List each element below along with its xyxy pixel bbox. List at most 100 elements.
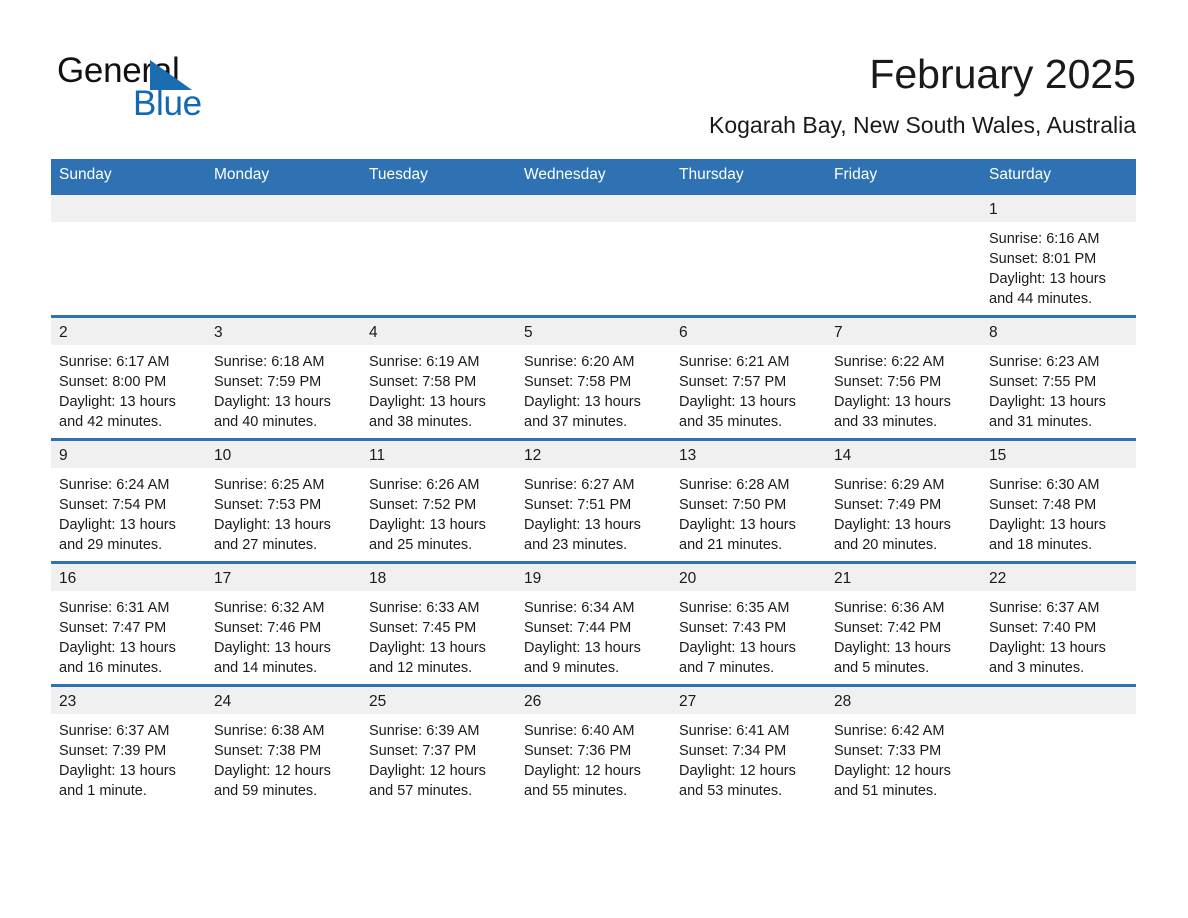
calendar-day-cell[interactable]: 23 Sunrise: 6:37 AM Sunset: 7:39 PM Dayligh… — [51, 684, 206, 807]
calendar-day-cell[interactable]: 2 Sunrise: 6:17 AM Sunset: 8:00 PM Daylight… — [51, 315, 206, 440]
calendar-day-cell[interactable]: 11 Sunrise: 6:26 AM Sunset: 7:52 PM Dayligh… — [361, 438, 516, 563]
day-number: 1 — [981, 195, 1136, 222]
day-number: 16 — [51, 564, 206, 591]
sunset-text: Sunset: 7:46 PM — [214, 620, 322, 636]
weekday-header-row: Sunday Monday Tuesday Wednesday Thursday Frid… — [51, 159, 1136, 194]
calendar-day-cell[interactable]: 7 Sunrise: 6:22 AM Sunset: 7:56 PM Daylight… — [826, 315, 981, 440]
day-number: 11 — [361, 441, 516, 468]
day-details: Sunrise: 6:32 AM Sunset: 7:46 PM Daylight:… — [206, 591, 361, 678]
sunset-text: Sunset: 7:49 PM — [834, 497, 942, 513]
sunset-text: Sunset: 7:52 PM — [369, 497, 477, 513]
day-details: Sunrise: 6:35 AM Sunset: 7:43 PM Daylight:… — [671, 591, 826, 678]
day-number: 17 — [206, 564, 361, 591]
calendar-page: General Blue February 2025 Kogarah Bay, … — [0, 0, 1188, 918]
day-number: 21 — [826, 564, 981, 591]
day-details: Sunrise: 6:25 AM Sunset: 7:53 PM Daylight:… — [206, 468, 361, 555]
calendar-day-cell[interactable]: 28 Sunrise: 6:42 AM Sunset: 7:33 PM Dayligh… — [826, 684, 981, 807]
daylight-text: Daylight: 13 hours and 27 minutes. — [214, 517, 331, 553]
calendar-week-row: 9 Sunrise: 6:24 AM Sunset: 7:54 PM Daylight… — [51, 438, 1136, 563]
page-header: General Blue February 2025 Kogarah Bay, … — [0, 0, 1188, 155]
sunset-text: Sunset: 7:42 PM — [834, 620, 942, 636]
calendar-day-cell[interactable]: 4 Sunrise: 6:19 AM Sunset: 7:58 PM Daylight… — [361, 315, 516, 440]
calendar-day-cell[interactable]: 1 Sunrise: 6:16 AM Sunset: 8:01 PM Daylight… — [981, 192, 1136, 317]
day-details: Sunrise: 6:20 AM Sunset: 7:58 PM Daylight:… — [516, 345, 671, 432]
day-details: Sunrise: 6:29 AM Sunset: 7:49 PM Daylight:… — [826, 468, 981, 555]
calendar-day-cell[interactable]: 19 Sunrise: 6:34 AM Sunset: 7:44 PM Dayligh… — [516, 561, 671, 686]
calendar-day-cell[interactable]: 25 Sunrise: 6:39 AM Sunset: 7:37 PM Dayligh… — [361, 684, 516, 807]
daylight-text: Daylight: 13 hours and 40 minutes. — [214, 394, 331, 430]
daylight-text: Daylight: 13 hours and 14 minutes. — [214, 640, 331, 676]
day-number: 9 — [51, 441, 206, 468]
day-number-band — [361, 195, 516, 222]
sunset-text: Sunset: 7:37 PM — [369, 743, 477, 759]
sunrise-text: Sunrise: 6:31 AM — [59, 600, 170, 616]
calendar-day-cell[interactable]: 9 Sunrise: 6:24 AM Sunset: 7:54 PM Daylight… — [51, 438, 206, 563]
page-title: February 2025 — [869, 51, 1136, 97]
sunrise-text: Sunrise: 6:21 AM — [679, 354, 790, 370]
daylight-text: Daylight: 13 hours and 1 minute. — [59, 763, 176, 799]
day-details: Sunrise: 6:39 AM Sunset: 7:37 PM Daylight:… — [361, 714, 516, 801]
sunrise-text: Sunrise: 6:36 AM — [834, 600, 945, 616]
sunset-text: Sunset: 7:39 PM — [59, 743, 167, 759]
day-details: Sunrise: 6:33 AM Sunset: 7:45 PM Daylight:… — [361, 591, 516, 678]
calendar-day-cell[interactable]: 27 Sunrise: 6:41 AM Sunset: 7:34 PM Dayligh… — [671, 684, 826, 807]
sunset-text: Sunset: 7:45 PM — [369, 620, 477, 636]
day-details: Sunrise: 6:34 AM Sunset: 7:44 PM Daylight:… — [516, 591, 671, 678]
daylight-text: Daylight: 13 hours and 12 minutes. — [369, 640, 486, 676]
calendar-day-cell[interactable]: 17 Sunrise: 6:32 AM Sunset: 7:46 PM Dayligh… — [206, 561, 361, 686]
daylight-text: Daylight: 13 hours and 44 minutes. — [989, 271, 1106, 307]
title-block: February 2025 Kogarah Bay, New South Wal… — [709, 50, 1136, 140]
calendar-day-cell[interactable]: 16 Sunrise: 6:31 AM Sunset: 7:47 PM Dayligh… — [51, 561, 206, 686]
sunset-text: Sunset: 7:51 PM — [524, 497, 632, 513]
day-details: Sunrise: 6:27 AM Sunset: 7:51 PM Daylight:… — [516, 468, 671, 555]
day-number: 19 — [516, 564, 671, 591]
daylight-text: Daylight: 13 hours and 35 minutes. — [679, 394, 796, 430]
sunset-text: Sunset: 7:34 PM — [679, 743, 787, 759]
day-details: Sunrise: 6:31 AM Sunset: 7:47 PM Daylight:… — [51, 591, 206, 678]
sunrise-text: Sunrise: 6:35 AM — [679, 600, 790, 616]
daylight-text: Daylight: 13 hours and 29 minutes. — [59, 517, 176, 553]
calendar-day-cell[interactable]: 12 Sunrise: 6:27 AM Sunset: 7:51 PM Dayligh… — [516, 438, 671, 563]
sunset-text: Sunset: 7:44 PM — [524, 620, 632, 636]
day-number: 2 — [51, 318, 206, 345]
calendar-day-cell[interactable]: 5 Sunrise: 6:20 AM Sunset: 7:58 PM Daylight… — [516, 315, 671, 440]
calendar-day-cell[interactable]: 14 Sunrise: 6:29 AM Sunset: 7:49 PM Dayligh… — [826, 438, 981, 563]
sunset-text: Sunset: 7:53 PM — [214, 497, 322, 513]
page-subtitle: Kogarah Bay, New South Wales, Australia — [709, 112, 1136, 138]
day-number: 3 — [206, 318, 361, 345]
day-number-band — [671, 195, 826, 222]
day-number: 23 — [51, 687, 206, 714]
calendar-day-cell[interactable]: 13 Sunrise: 6:28 AM Sunset: 7:50 PM Dayligh… — [671, 438, 826, 563]
sunrise-text: Sunrise: 6:34 AM — [524, 600, 635, 616]
day-details: Sunrise: 6:37 AM Sunset: 7:39 PM Daylight:… — [51, 714, 206, 801]
sunrise-text: Sunrise: 6:29 AM — [834, 477, 945, 493]
day-details: Sunrise: 6:18 AM Sunset: 7:59 PM Daylight:… — [206, 345, 361, 432]
calendar-day-cell-empty — [361, 192, 516, 317]
calendar-day-cell[interactable]: 3 Sunrise: 6:18 AM Sunset: 7:59 PM Daylight… — [206, 315, 361, 440]
calendar-week-row: 16 Sunrise: 6:31 AM Sunset: 7:47 PM Dayligh… — [51, 561, 1136, 686]
calendar-day-cell[interactable]: 22 Sunrise: 6:37 AM Sunset: 7:40 PM Dayligh… — [981, 561, 1136, 686]
calendar-day-cell[interactable]: 6 Sunrise: 6:21 AM Sunset: 7:57 PM Daylight… — [671, 315, 826, 440]
weekday-header-sunday: Sunday — [51, 159, 206, 194]
calendar-day-cell[interactable]: 20 Sunrise: 6:35 AM Sunset: 7:43 PM Dayligh… — [671, 561, 826, 686]
day-number: 25 — [361, 687, 516, 714]
calendar-day-cell[interactable]: 10 Sunrise: 6:25 AM Sunset: 7:53 PM Dayligh… — [206, 438, 361, 563]
daylight-text: Daylight: 12 hours and 53 minutes. — [679, 763, 796, 799]
sunrise-text: Sunrise: 6:39 AM — [369, 723, 480, 739]
sunrise-text: Sunrise: 6:22 AM — [834, 354, 945, 370]
weekday-header-saturday: Saturday — [981, 159, 1136, 194]
day-number: 12 — [516, 441, 671, 468]
day-number-band — [516, 195, 671, 222]
calendar-day-cell-empty — [516, 192, 671, 317]
calendar-day-cell[interactable]: 18 Sunrise: 6:33 AM Sunset: 7:45 PM Dayligh… — [361, 561, 516, 686]
calendar-day-cell[interactable]: 26 Sunrise: 6:40 AM Sunset: 7:36 PM Dayligh… — [516, 684, 671, 807]
sunset-text: Sunset: 7:56 PM — [834, 374, 942, 390]
calendar-day-cell[interactable]: 21 Sunrise: 6:36 AM Sunset: 7:42 PM Dayligh… — [826, 561, 981, 686]
day-number-band — [51, 195, 206, 222]
calendar-day-cell[interactable]: 24 Sunrise: 6:38 AM Sunset: 7:38 PM Dayligh… — [206, 684, 361, 807]
calendar-day-cell[interactable]: 8 Sunrise: 6:23 AM Sunset: 7:55 PM Daylight… — [981, 315, 1136, 440]
calendar-day-cell[interactable]: 15 Sunrise: 6:30 AM Sunset: 7:48 PM Dayligh… — [981, 438, 1136, 563]
generalblue-logo[interactable]: General Blue — [57, 52, 357, 123]
daylight-text: Daylight: 13 hours and 18 minutes. — [989, 517, 1106, 553]
sunset-text: Sunset: 8:00 PM — [59, 374, 167, 390]
